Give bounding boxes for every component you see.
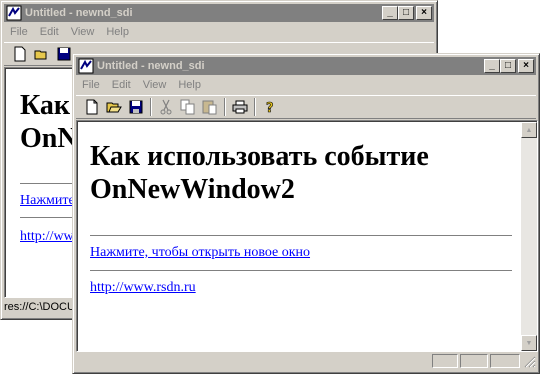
back-page-heading: Как OnN xyxy=(20,90,78,154)
divider xyxy=(90,270,512,272)
copy-icon[interactable] xyxy=(177,97,199,117)
back-open-window-link[interactable]: Нажмите xyxy=(20,193,75,209)
menu-help[interactable]: Help xyxy=(172,79,207,91)
divider xyxy=(90,235,512,237)
svg-text:?: ? xyxy=(266,101,274,115)
open-new-window-link[interactable]: Нажмите, чтобы открыть новое окно xyxy=(90,245,310,261)
front-title-bar[interactable]: Untitled - newnd_sdi _ □ × xyxy=(76,57,536,75)
maximize-button[interactable]: □ xyxy=(398,6,414,20)
close-button[interactable]: × xyxy=(518,59,534,73)
scroll-down-button[interactable]: ▼ xyxy=(521,335,537,351)
help-icon[interactable]: ? xyxy=(259,97,281,117)
page-heading: Как использовать событие OnNewWindow2 xyxy=(90,141,429,205)
rsdn-link[interactable]: http://www.rsdn.ru xyxy=(90,280,196,296)
save-icon[interactable] xyxy=(125,97,147,117)
new-icon[interactable] xyxy=(81,97,103,117)
back-window-title: Untitled - newnd_sdi xyxy=(25,7,133,19)
vertical-scrollbar[interactable]: ▲ ▼ xyxy=(521,122,537,351)
new-icon[interactable] xyxy=(9,44,31,64)
front-status-bar xyxy=(76,352,536,370)
front-menu-bar: File Edit View Help xyxy=(76,76,536,94)
divider xyxy=(20,217,80,219)
back-title-bar[interactable]: Untitled - newnd_sdi _ □ × xyxy=(4,4,434,22)
minimize-button[interactable]: _ xyxy=(382,6,398,20)
divider xyxy=(20,183,80,185)
menu-help[interactable]: Help xyxy=(100,26,135,38)
minimize-button[interactable]: _ xyxy=(484,59,500,73)
menu-edit[interactable]: Edit xyxy=(34,26,65,38)
maximize-button[interactable]: □ xyxy=(500,59,516,73)
size-grip-icon[interactable] xyxy=(522,354,536,368)
menu-edit[interactable]: Edit xyxy=(106,79,137,91)
menu-file[interactable]: File xyxy=(4,26,34,38)
close-button[interactable]: × xyxy=(416,6,432,20)
front-window-title: Untitled - newnd_sdi xyxy=(97,60,205,72)
menu-view[interactable]: View xyxy=(65,26,101,38)
cut-icon[interactable] xyxy=(155,97,177,117)
status-pane xyxy=(432,354,458,368)
menu-view[interactable]: View xyxy=(137,79,173,91)
front-browser-view[interactable]: Как использовать событие OnNewWindow2 На… xyxy=(76,120,538,352)
open-icon[interactable] xyxy=(31,44,53,64)
toolbar-separator xyxy=(150,98,152,116)
front-toolbar: ? xyxy=(76,95,536,119)
toolbar-separator xyxy=(254,98,256,116)
app-icon xyxy=(78,58,94,74)
status-pane xyxy=(460,354,488,368)
front-window[interactable]: Untitled - newnd_sdi _ □ × File Edit Vie… xyxy=(72,53,540,374)
open-icon[interactable] xyxy=(103,97,125,117)
menu-file[interactable]: File xyxy=(76,79,106,91)
toolbar-separator xyxy=(224,98,226,116)
status-pane xyxy=(490,354,520,368)
back-menu-bar: File Edit View Help xyxy=(4,23,434,41)
scroll-up-button[interactable]: ▲ xyxy=(521,122,537,138)
app-icon xyxy=(6,5,22,21)
paste-icon[interactable] xyxy=(199,97,221,117)
print-icon[interactable] xyxy=(229,97,251,117)
